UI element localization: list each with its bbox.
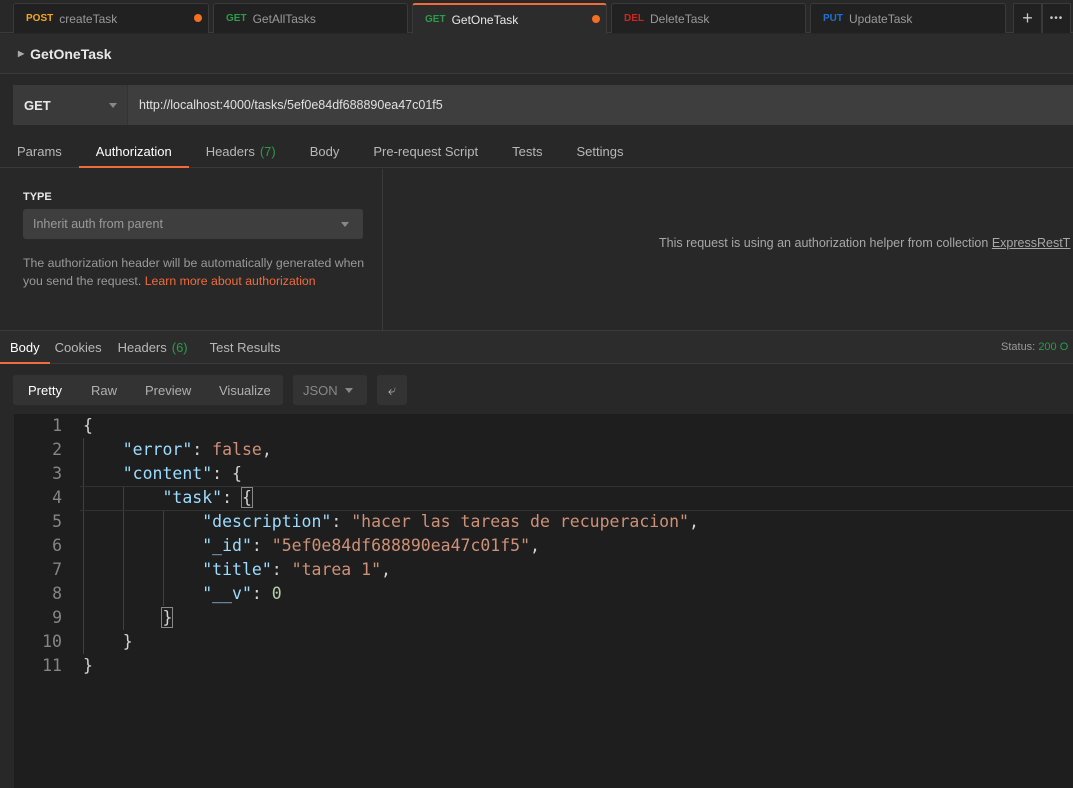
tab-label: Authorization [95,143,172,159]
tab-response-headers[interactable]: Headers (6) [107,331,199,364]
visualize-button[interactable]: Visualize [219,383,271,398]
status-label: Status: [1001,341,1036,353]
code-line: } [83,632,133,651]
code-line: "task": { [162,487,253,508]
auth-helper-message: This request is using an authorization h… [659,236,1070,250]
tab-label: UpdateTask [849,11,913,26]
tab-label: Settings [576,143,624,159]
line-number: 3 [52,464,62,483]
code-line: } [161,607,174,628]
method-badge: GET [226,13,247,24]
raw-button[interactable]: Raw [91,383,117,398]
tab-body[interactable]: Body [293,135,357,168]
chevron-down-icon [345,388,353,393]
url-bar: GET http://localhost:4000/tasks/5ef0e84d… [13,85,1073,125]
code-line: "description": "hacer las tareas de recu… [202,512,699,531]
tab-get-one-task[interactable]: GET GetOneTask [412,3,607,34]
line-number: 4 [52,488,62,507]
response-tabs: Body Cookies Headers (6) Test Results Sta… [0,330,1073,364]
unsaved-dot-icon [194,14,202,22]
more-tabs-icon[interactable]: ••• [1042,3,1071,33]
tab-label: Body [10,339,40,355]
tab-response-body[interactable]: Body [0,331,50,364]
helper-text: This request is using an authorization h… [659,236,989,250]
request-title-row: ▶ GetOneTask [0,34,1073,74]
response-status: Status: 200 O [1001,341,1068,353]
line-number: 5 [52,512,62,531]
tab-label: Tests [512,143,543,159]
tab-label: Headers [117,339,167,355]
tab-settings[interactable]: Settings [559,135,640,168]
method-badge: PUT [823,13,843,24]
request-title: GetOneTask [30,45,112,62]
request-tab-bar: POST createTask GET GetAllTasks GET GetOneT… [0,0,1073,34]
method-badge: GET [425,14,446,25]
tab-test-results[interactable]: Test Results [199,331,292,364]
tab-get-all-tasks[interactable]: GET GetAllTasks [213,3,408,33]
line-number: 1 [52,416,62,435]
expand-triangle-icon[interactable]: ▶ [18,49,24,58]
preview-button[interactable]: Preview [145,383,191,398]
line-number: 7 [52,560,62,579]
code-line: "__v": 0 [202,584,282,603]
tab-cookies[interactable]: Cookies [50,331,107,364]
learn-more-link[interactable]: Learn more about authorization [145,274,316,288]
line-number: 11 [42,656,62,675]
tab-label: Cookies [54,339,102,355]
method-badge: DEL [624,13,644,24]
line-number: 6 [52,536,62,555]
tab-update-task[interactable]: PUT UpdateTask [810,3,1006,33]
tab-label: Test Results [209,339,281,355]
headers-count: (6) [171,339,188,355]
wrap-lines-icon[interactable]: ⤶ [377,375,407,405]
auth-type-select[interactable]: Inherit auth from parent [23,209,363,239]
chevron-down-icon [109,103,117,108]
tab-label: GetOneTask [451,12,519,27]
tab-label: Headers [205,143,255,159]
line-number: 10 [42,632,62,651]
type-label: TYPE [23,191,52,203]
headers-count: (7) [259,143,276,159]
method-select[interactable]: GET [13,85,128,125]
method-value: GET [24,97,51,113]
code-line: "title": "tarea 1", [202,560,391,579]
code-line: { [83,416,93,435]
method-badge: POST [26,13,54,24]
chevron-down-icon [341,222,349,227]
line-number: 8 [52,584,62,603]
line-number: 2 [52,440,62,459]
tab-label: createTask [59,11,118,26]
status-value: 200 O [1038,341,1069,353]
request-tabs: Params Authorization Headers (7) Body Pre… [0,135,1073,168]
code-line: "_id": "5ef0e84df688890ea47c01f5", [202,536,540,555]
tab-authorization[interactable]: Authorization [78,135,189,168]
tab-pre-request-script[interactable]: Pre-request Script [356,135,495,168]
tab-label: Params [17,143,62,159]
view-mode-group: Pretty Raw Preview Visualize [13,375,283,405]
tab-params[interactable]: Params [0,135,79,168]
collection-link[interactable]: ExpressRestT [992,236,1071,250]
tab-delete-task[interactable]: DEL DeleteTask [611,3,806,33]
pretty-button[interactable]: Pretty [28,383,62,398]
tab-create-task[interactable]: POST createTask [13,3,209,33]
code-line: "content": { [122,464,242,483]
auth-help-text: The authorization header will be automat… [23,254,368,290]
response-body-editor[interactable]: 1 2 3 4 5 6 7 8 9 10 11 { "error": false, "content… [14,414,1073,788]
tab-headers[interactable]: Headers (7) [189,135,293,168]
format-select[interactable]: JSON [293,375,367,405]
unsaved-dot-icon [592,15,600,23]
auth-type-panel: TYPE Inherit auth from parent The author… [0,169,383,330]
url-input[interactable]: http://localhost:4000/tasks/5ef0e84df688… [128,85,443,125]
tab-tests[interactable]: Tests [495,135,559,168]
code-line: } [83,656,93,675]
tab-label: Body [309,143,340,159]
tab-label: DeleteTask [650,11,710,26]
new-tab-plus-icon[interactable]: + [1013,3,1042,33]
tab-label: GetAllTasks [252,11,316,26]
auth-type-value: Inherit auth from parent [33,217,163,231]
line-number: 9 [52,608,62,627]
format-value: JSON [303,382,338,398]
code-line: "error": false, [122,440,272,459]
tab-label: Pre-request Script [373,143,479,159]
